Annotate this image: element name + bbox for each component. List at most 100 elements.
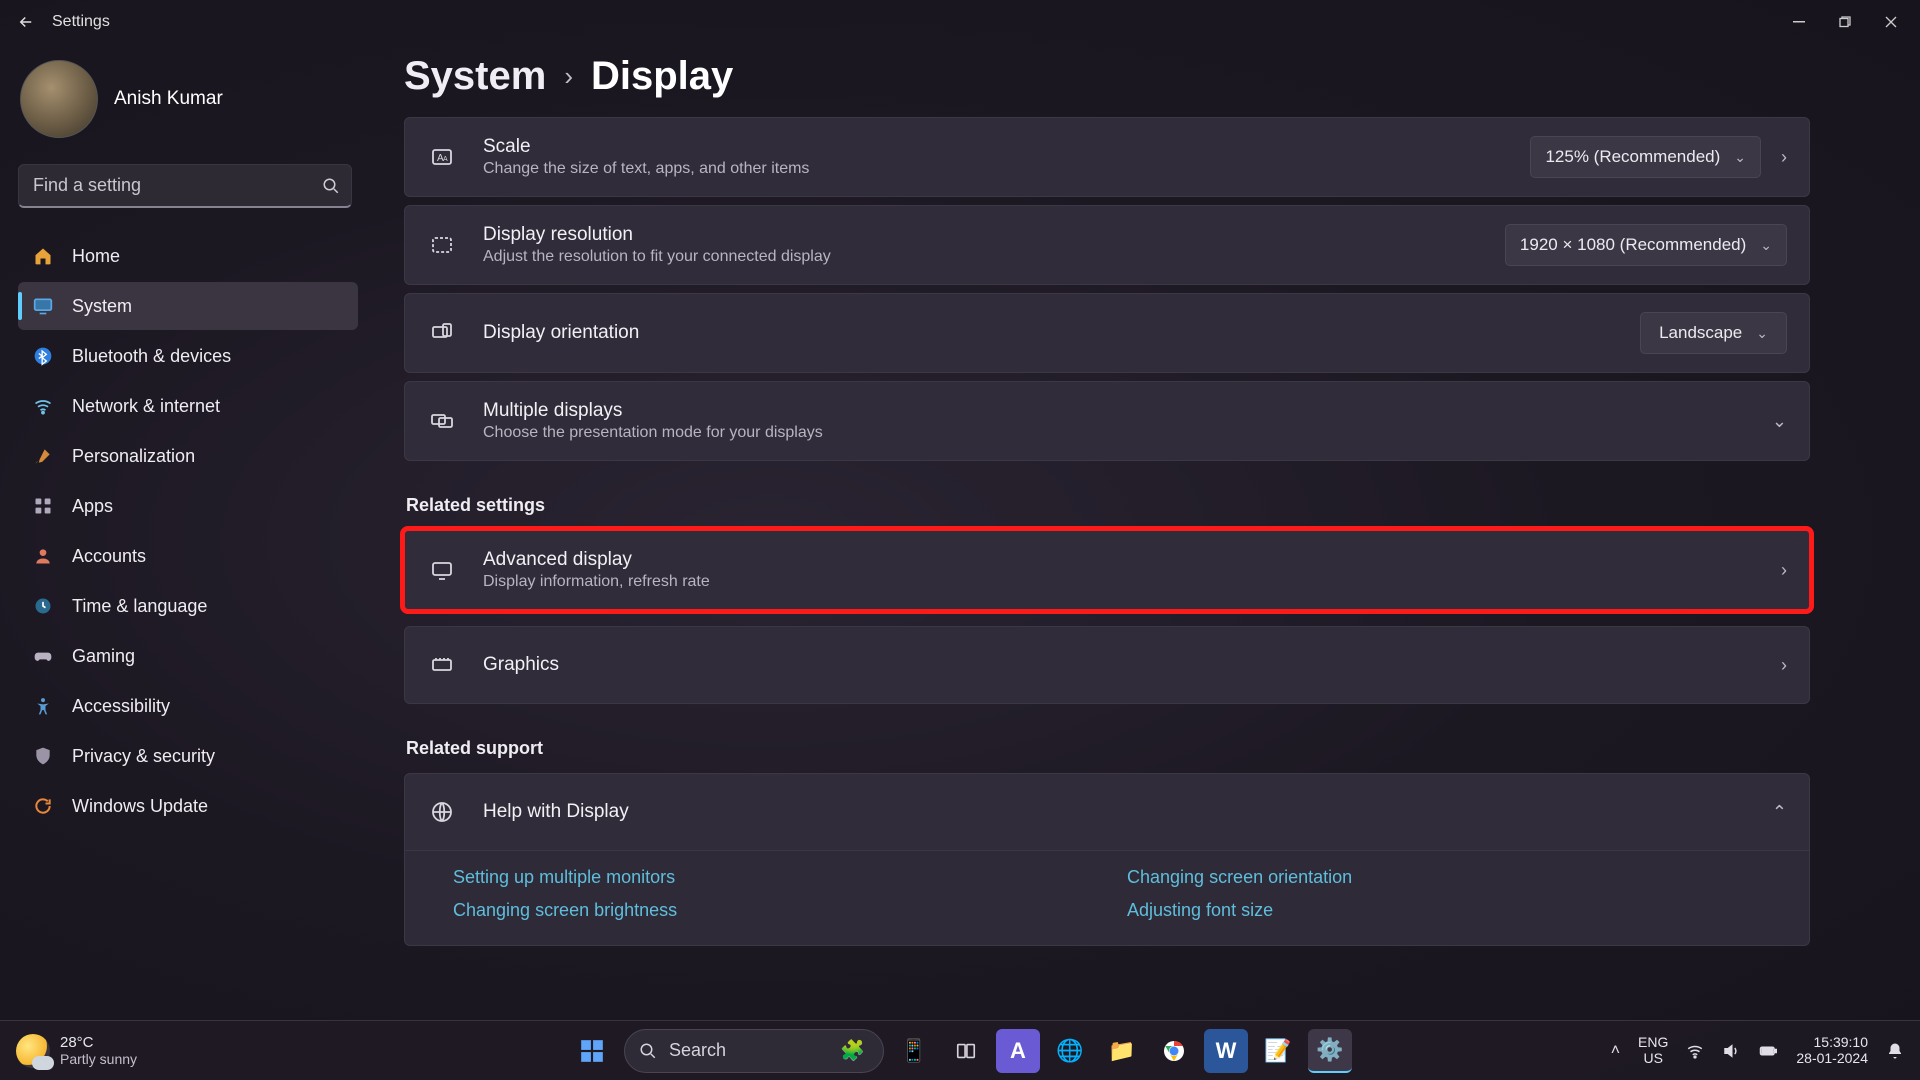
chevron-right-icon: › — [564, 61, 573, 92]
sidebar: Anish Kumar Home System Bluetooth & devi… — [0, 44, 370, 1020]
setting-title: Help with Display — [483, 801, 1772, 823]
setting-title: Scale — [483, 136, 1530, 158]
minimize-button[interactable] — [1776, 7, 1822, 37]
taskbar-app-notepad[interactable]: 📝 — [1256, 1029, 1300, 1073]
taskbar-app-chrome[interactable] — [1152, 1029, 1196, 1073]
weather-desc: Partly sunny — [60, 1051, 137, 1067]
sidebar-item-personalization[interactable]: Personalization — [18, 432, 358, 480]
sidebar-item-time[interactable]: Time & language — [18, 582, 358, 630]
taskbar-app-word[interactable]: W — [1204, 1029, 1248, 1073]
taskbar-app-taskview[interactable] — [944, 1029, 988, 1073]
person-icon — [32, 545, 54, 567]
help-link[interactable]: Adjusting font size — [1127, 900, 1761, 921]
orientation-icon — [427, 321, 457, 345]
tray-language[interactable]: ENG US — [1638, 1035, 1668, 1066]
setting-subtitle: Choose the presentation mode for your di… — [483, 424, 1772, 442]
search-icon — [639, 1042, 657, 1060]
maximize-button[interactable] — [1822, 7, 1868, 37]
window-title: Settings — [52, 13, 110, 31]
sidebar-item-privacy[interactable]: Privacy & security — [18, 732, 358, 780]
sidebar-item-label: Privacy & security — [72, 746, 215, 767]
brush-icon — [32, 445, 54, 467]
notifications-icon[interactable] — [1886, 1042, 1904, 1060]
setting-orientation[interactable]: Display orientation Landscape ⌄ — [404, 293, 1810, 373]
start-button[interactable] — [568, 1027, 616, 1075]
scale-dropdown[interactable]: 125% (Recommended) ⌄ — [1530, 136, 1761, 178]
sidebar-item-label: Home — [72, 246, 120, 267]
nav: Home System Bluetooth & devices Network … — [18, 232, 358, 830]
scale-icon: AA — [427, 145, 457, 169]
help-link[interactable]: Setting up multiple monitors — [453, 867, 1087, 888]
help-link[interactable]: Changing screen orientation — [1127, 867, 1761, 888]
sidebar-item-accessibility[interactable]: Accessibility — [18, 682, 358, 730]
back-button[interactable] — [10, 6, 42, 38]
taskbar-app-edge[interactable]: 🌐 — [1048, 1029, 1092, 1073]
setting-title: Graphics — [483, 654, 1781, 676]
setting-subtitle: Change the size of text, apps, and other… — [483, 160, 1530, 178]
accessibility-icon — [32, 695, 54, 717]
setting-advanced-display[interactable]: Advanced display Display information, re… — [404, 530, 1810, 610]
taskbar-app-phonelink[interactable]: 📱 — [892, 1029, 936, 1073]
breadcrumb-parent[interactable]: System — [404, 54, 546, 99]
sidebar-item-update[interactable]: Windows Update — [18, 782, 358, 830]
taskbar-app-settings[interactable]: ⚙️ — [1308, 1029, 1352, 1073]
sidebar-item-label: System — [72, 296, 132, 317]
weather-temp: 28°C — [60, 1034, 137, 1051]
close-button[interactable] — [1868, 7, 1914, 37]
help-links: Setting up multiple monitors Changing sc… — [404, 851, 1810, 946]
sidebar-item-label: Apps — [72, 496, 113, 517]
setting-subtitle: Adjust the resolution to fit your connec… — [483, 248, 1505, 266]
sidebar-item-home[interactable]: Home — [18, 232, 358, 280]
wifi-icon[interactable] — [1686, 1042, 1704, 1060]
sidebar-item-accounts[interactable]: Accounts — [18, 532, 358, 580]
sidebar-item-label: Windows Update — [72, 796, 208, 817]
sidebar-item-label: Personalization — [72, 446, 195, 467]
breadcrumb-current: Display — [591, 54, 733, 99]
search-input[interactable] — [18, 164, 352, 208]
sidebar-item-gaming[interactable]: Gaming — [18, 632, 358, 680]
chevron-down-icon: ⌄ — [1756, 325, 1768, 342]
sidebar-item-label: Network & internet — [72, 396, 220, 417]
setting-graphics[interactable]: Graphics › — [404, 626, 1810, 704]
taskbar-weather[interactable]: 28°C Partly sunny — [16, 1034, 137, 1068]
svg-text:A: A — [443, 156, 448, 163]
tray-clock[interactable]: 15:39:10 28-01-2024 — [1796, 1035, 1868, 1066]
monitor-icon — [427, 558, 457, 582]
sidebar-item-system[interactable]: System — [18, 282, 358, 330]
setting-resolution[interactable]: Display resolution Adjust the resolution… — [404, 205, 1810, 285]
sidebar-item-label: Gaming — [72, 646, 135, 667]
chevron-right-icon: › — [1781, 147, 1787, 168]
taskbar-center: Search 🧩 📱 A 🌐 📁 W 📝 ⚙️ — [568, 1027, 1352, 1075]
sidebar-item-network[interactable]: Network & internet — [18, 382, 358, 430]
orientation-dropdown[interactable]: Landscape ⌄ — [1640, 312, 1787, 354]
setting-scale[interactable]: AA Scale Change the size of text, apps, … — [404, 117, 1810, 197]
search-highlight-icon: 🧩 — [840, 1038, 865, 1063]
chevron-right-icon: › — [1781, 560, 1787, 581]
taskbar-app-explorer[interactable]: 📁 — [1100, 1029, 1144, 1073]
sidebar-item-apps[interactable]: Apps — [18, 482, 358, 530]
volume-icon[interactable] — [1722, 1042, 1740, 1060]
help-link[interactable]: Changing screen brightness — [453, 900, 1087, 921]
battery-icon[interactable] — [1758, 1042, 1778, 1060]
setting-title: Display resolution — [483, 224, 1505, 246]
profile-block[interactable]: Anish Kumar — [20, 60, 358, 138]
related-settings-header: Related settings — [406, 495, 1810, 516]
dropdown-value: 1920 × 1080 (Recommended) — [1520, 235, 1746, 255]
close-icon — [1885, 16, 1897, 28]
taskbar-search-placeholder: Search — [669, 1040, 726, 1061]
sidebar-item-bluetooth[interactable]: Bluetooth & devices — [18, 332, 358, 380]
chevron-down-icon: ⌄ — [1734, 149, 1746, 166]
search-icon — [322, 177, 340, 195]
windows-icon — [579, 1038, 605, 1064]
taskbar-search[interactable]: Search 🧩 — [624, 1029, 884, 1073]
help-with-display[interactable]: Help with Display ⌃ — [404, 773, 1810, 851]
chevron-down-icon: ⌄ — [1760, 237, 1772, 254]
resolution-dropdown[interactable]: 1920 × 1080 (Recommended) ⌄ — [1505, 224, 1787, 266]
setting-subtitle: Display information, refresh rate — [483, 573, 1781, 591]
clock-globe-icon — [32, 595, 54, 617]
setting-multiple-displays[interactable]: Multiple displays Choose the presentatio… — [404, 381, 1810, 461]
taskbar: 28°C Partly sunny Search 🧩 📱 A 🌐 📁 W 📝 ⚙… — [0, 1020, 1920, 1080]
taskbar-app-generic1[interactable]: A — [996, 1029, 1040, 1073]
maximize-icon — [1839, 16, 1851, 28]
tray-overflow[interactable]: ˄ — [1611, 1042, 1620, 1060]
